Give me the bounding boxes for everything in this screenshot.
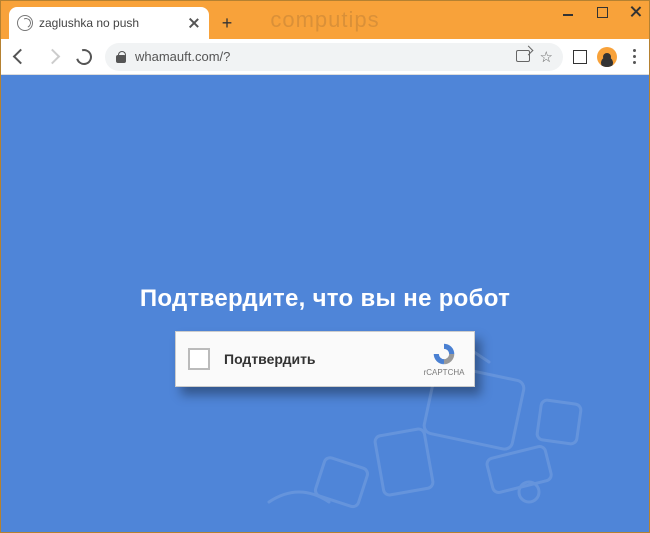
address-url: whamauft.com/? [135,49,508,64]
browser-tab[interactable]: zaglushka no push [9,7,209,39]
address-bar[interactable]: whamauft.com/? [105,43,563,71]
page-content: Подтвердите, что вы не робот Подтвердить… [1,75,649,532]
browser-toolbar: whamauft.com/? [1,39,649,75]
window-titlebar: zaglushka no push + computips [1,1,649,39]
lock-icon [115,51,127,63]
page-heading: Подтвердите, что вы не робот [140,285,510,313]
minimize-button[interactable] [561,5,575,19]
reload-button[interactable] [73,46,95,68]
window-controls [561,5,643,19]
new-tab-button[interactable]: + [213,9,241,37]
extensions-icon[interactable] [573,50,587,64]
captcha-logo: rCAPTCHA [426,342,462,377]
back-button[interactable] [9,46,31,68]
address-actions [516,48,553,66]
captcha-brand: rCAPTCHA [424,368,465,377]
globe-icon [17,15,33,31]
captcha-checkbox[interactable] [188,348,210,370]
share-icon[interactable] [516,50,530,64]
watermark-text: computips [270,7,379,33]
captcha-box: Подтвердить rCAPTCHA [175,331,475,387]
close-tab-icon[interactable] [187,16,201,30]
menu-kebab-icon[interactable] [627,49,641,64]
captcha-label: Подтвердить [224,351,412,367]
tab-title: zaglushka no push [39,16,181,30]
recaptcha-icon [430,342,458,366]
bookmark-star-icon[interactable] [540,48,553,66]
forward-button[interactable] [41,46,63,68]
window-close-button[interactable] [629,5,643,19]
maximize-button[interactable] [595,5,609,19]
profile-avatar-icon[interactable] [597,47,617,67]
